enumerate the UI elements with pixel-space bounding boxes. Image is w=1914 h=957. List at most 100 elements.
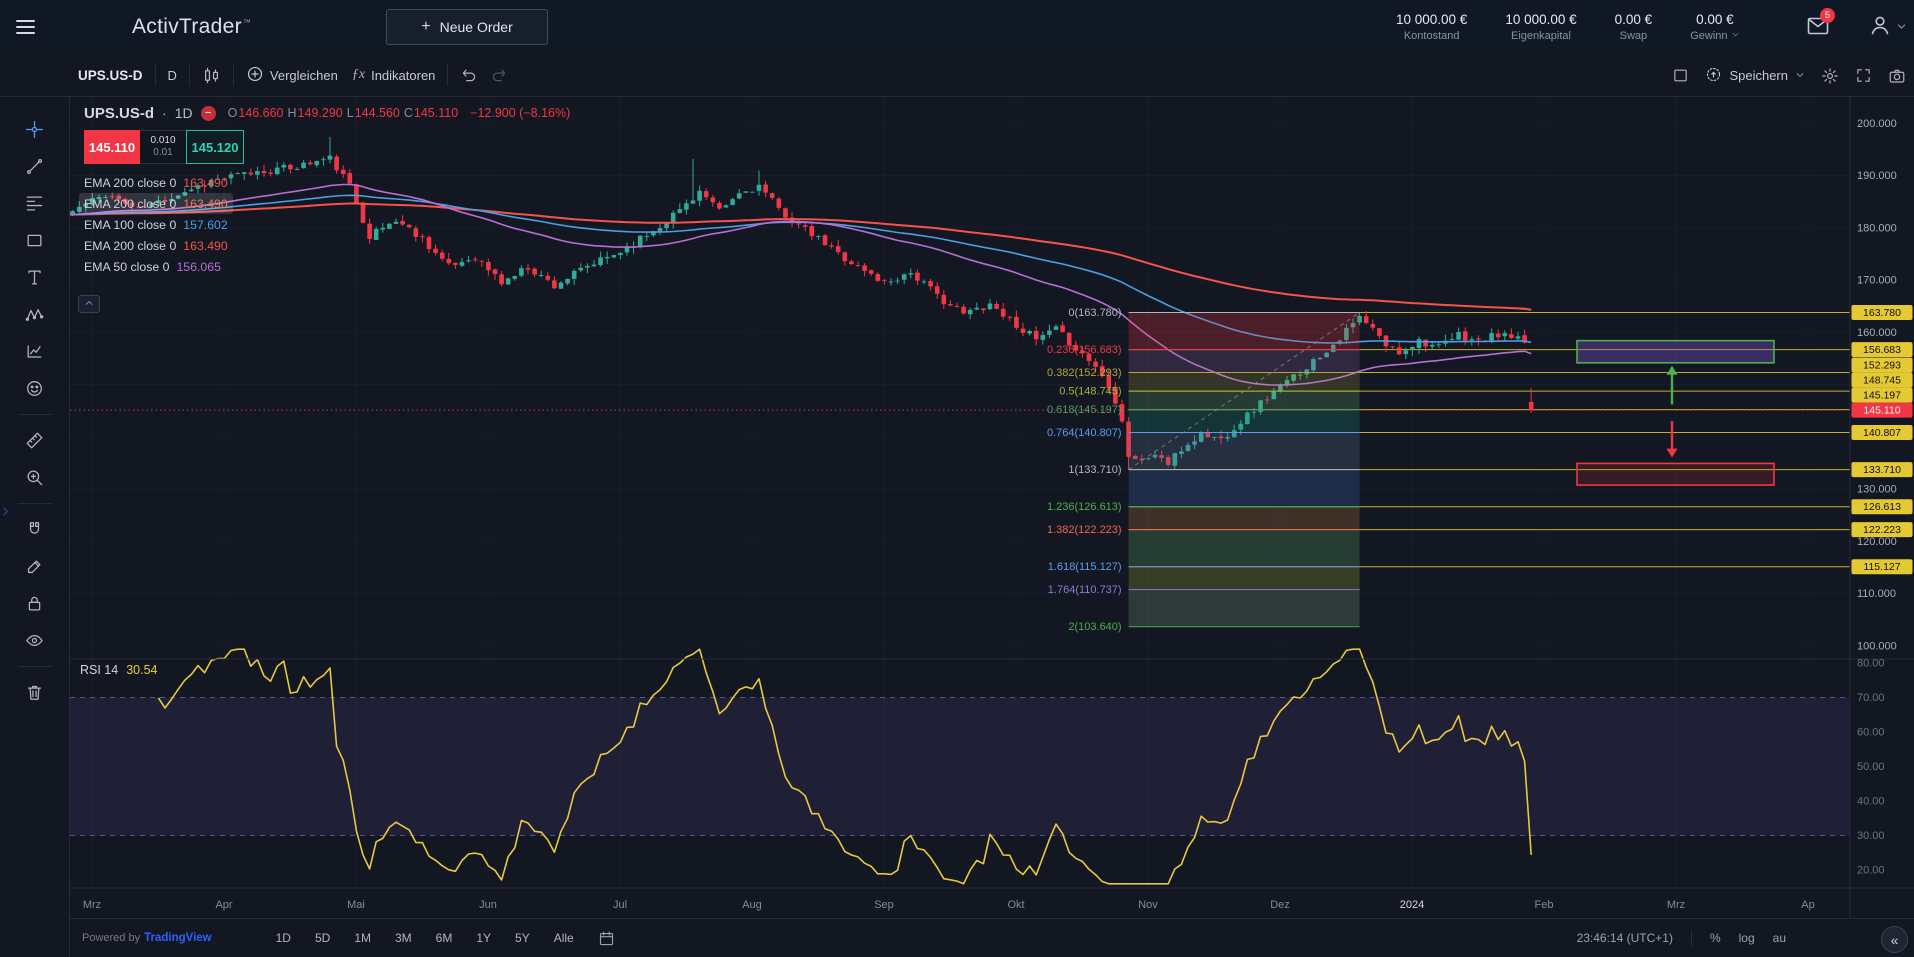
go-to-date-button[interactable] [598, 930, 615, 947]
scroll-to-start-button[interactable]: « [1881, 926, 1908, 953]
ohlc-key: C [404, 106, 413, 120]
legend-interval[interactable]: 1D [175, 105, 193, 121]
indicator-legend: EMA 200 close 0163.490EMA 200 close 0163… [84, 172, 570, 277]
user-menu-button[interactable] [1868, 13, 1907, 42]
eye-tool[interactable] [16, 622, 54, 659]
supply-zone-box[interactable] [1577, 341, 1774, 363]
range-5Y-button[interactable]: 5Y [507, 927, 538, 949]
svg-text:148.745: 148.745 [1863, 375, 1901, 387]
xabcd-pattern-tool[interactable] [16, 296, 54, 333]
account-label: Eigenkapital [1511, 30, 1571, 42]
watchlist-expand-chevron[interactable] [0, 500, 12, 526]
text-tool[interactable] [16, 259, 54, 296]
trend-line-tool[interactable] [16, 148, 54, 185]
chart-type-button[interactable] [202, 66, 221, 85]
notifications-button[interactable]: 5 [1806, 14, 1836, 40]
legend-symbol[interactable]: UPS.US-d [84, 105, 154, 122]
indicator-legend-row[interactable]: EMA 200 close 0163.490 [79, 193, 233, 214]
price-tick: 190.000 [1857, 170, 1897, 182]
indicator-legend-row[interactable]: EMA 200 close 0163.490 [79, 172, 233, 193]
indicator-legend-row[interactable]: EMA 50 close 0156.065 [79, 256, 226, 277]
ohlc-value: 145.110 [414, 106, 458, 120]
settings-gear-icon[interactable] [1821, 67, 1839, 85]
shapes-tool[interactable] [16, 222, 54, 259]
drawing-tools-sidebar [0, 97, 70, 957]
legend-ohlc: O146.660H149.290L144.560C145.110 [224, 104, 459, 122]
new-order-button[interactable]: + Neue Order [386, 9, 548, 45]
price-tick: 160.000 [1857, 327, 1897, 339]
zoom-in-tool[interactable] [16, 459, 54, 496]
indicator-legend-row[interactable]: EMA 200 close 0163.490 [79, 235, 233, 256]
app-logo: ActivTrader™ [132, 15, 251, 39]
tradingview-link[interactable]: TradingView [144, 932, 212, 944]
caret-up-icon [84, 295, 94, 313]
delayed-data-icon[interactable]: − [201, 106, 216, 121]
fib-level-label: 1(133.710) [1068, 464, 1121, 476]
range-1M-button[interactable]: 1M [346, 927, 379, 949]
range-5D-button[interactable]: 5D [307, 927, 338, 949]
ohlc-key: L [347, 106, 354, 120]
notification-badge: 5 [1820, 8, 1835, 23]
sell-button[interactable]: 145.110 [84, 130, 140, 164]
auto-scale-button[interactable]: au [1773, 931, 1786, 945]
log-scale-button[interactable]: log [1739, 931, 1755, 945]
fib-level-label: 1.618(115.127) [1048, 561, 1122, 573]
separator [155, 64, 156, 86]
range-3M-button[interactable]: 3M [387, 927, 420, 949]
user-icon [1868, 13, 1892, 42]
svg-text:122.223: 122.223 [1863, 524, 1901, 536]
measure-tool[interactable] [16, 422, 54, 459]
separator [189, 64, 190, 86]
quick-trade-widget: 145.110 0.010 0.01 145.120 [84, 130, 570, 164]
undo-button[interactable] [460, 66, 478, 84]
chart-legend: UPS.US-d · 1D − O146.660H149.290L144.560… [84, 102, 570, 277]
layout-button[interactable] [1672, 67, 1689, 84]
chevron-down-icon [1731, 30, 1740, 42]
lock-tool[interactable] [16, 585, 54, 622]
indicators-button[interactable]: ƒx Indikatoren [352, 67, 436, 83]
compare-button[interactable]: Vergleichen [246, 65, 338, 86]
svg-text:156.683: 156.683 [1863, 344, 1901, 356]
indicator-legend-row[interactable]: EMA 100 close 0157.602 [79, 214, 233, 235]
chevron-down-icon [1795, 68, 1805, 83]
interval-button[interactable]: D [168, 68, 177, 83]
legend-collapse-button[interactable] [78, 295, 100, 313]
account-metric-gewinn[interactable]: 0.00 €Gewinn [1690, 12, 1739, 42]
demand-zone-box[interactable] [1577, 463, 1774, 485]
range-1D-button[interactable]: 1D [268, 927, 299, 949]
price-tick: 120.000 [1857, 536, 1897, 548]
buy-button[interactable]: 145.120 [186, 130, 244, 164]
main-menu-icon[interactable] [8, 7, 48, 47]
range-Alle-button[interactable]: Alle [546, 927, 582, 949]
crosshair-tool[interactable] [16, 111, 54, 148]
draw-tool[interactable] [16, 548, 54, 585]
fib-retracement-drawing[interactable]: 0(163.780)0.236(156.683)0.382(152.293)0.… [1047, 307, 1360, 633]
fib-level-label: 1.382(122.223) [1047, 524, 1122, 536]
range-1Y-button[interactable]: 1Y [468, 927, 499, 949]
emoji-tool[interactable] [16, 370, 54, 407]
svg-text:145.110: 145.110 [1863, 405, 1900, 417]
magnet-tool[interactable] [16, 511, 54, 548]
trash-tool[interactable] [16, 674, 54, 711]
fib-retracement-tool[interactable] [16, 185, 54, 222]
ohlc-value: 149.290 [298, 106, 343, 120]
time-tick: Ap [1801, 899, 1814, 911]
percent-scale-button[interactable]: % [1710, 931, 1721, 945]
range-6M-button[interactable]: 6M [428, 927, 461, 949]
rsi-tick: 70.00 [1857, 692, 1885, 704]
price-tick: 100.000 [1857, 640, 1897, 652]
redo-button[interactable] [490, 66, 508, 84]
rsi-tick: 40.00 [1857, 796, 1885, 808]
screenshot-camera-icon[interactable] [1888, 67, 1906, 85]
account-metric-eigenkapital: 10 000.00 €Eigenkapital [1505, 12, 1576, 42]
top-app-bar: ActivTrader™ + Neue Order 10 000.00 €Kon… [0, 0, 1914, 54]
tools-separator [18, 414, 52, 415]
symbol-button[interactable]: UPS.US-D [78, 68, 143, 83]
price-tick: 200.000 [1857, 118, 1897, 130]
fullscreen-icon[interactable] [1855, 67, 1872, 84]
chevron-down-icon [1896, 19, 1907, 37]
save-layout-button[interactable]: Speichern [1705, 66, 1805, 86]
forecast-tool[interactable] [16, 333, 54, 370]
time-tick: 2024 [1400, 899, 1424, 911]
time-tick: Aug [742, 899, 762, 911]
